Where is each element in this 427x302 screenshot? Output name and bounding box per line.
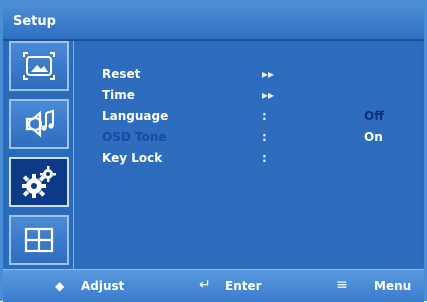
picture-icon: [22, 51, 56, 81]
enter-return-icon: ↵: [199, 277, 211, 293]
tab-picture[interactable]: [9, 41, 69, 91]
adjust-diamond-icon: ◆: [55, 279, 65, 293]
menu-item-label: Language: [102, 109, 169, 123]
menu-item-label: Key Lock: [102, 151, 163, 165]
osd-window: Setup Reset ▸▸ Time ▸▸ Language: Off OS…: [0, 0, 427, 302]
menu-item-key-lock[interactable]: Key Lock :: [74, 149, 421, 169]
audio-icon: [21, 107, 57, 141]
layout-grid-icon: [23, 226, 55, 254]
submenu-arrow-icon: ▸▸: [262, 67, 275, 81]
menu-item-osd-tone[interactable]: OSD Tone : On: [74, 128, 421, 148]
tab-layout[interactable]: [9, 215, 69, 265]
menu-hint: Menu: [374, 279, 412, 293]
page-title: Setup: [13, 14, 56, 29]
submenu-arrow-icon: ▸▸: [262, 88, 275, 102]
tab-audio[interactable]: [9, 99, 69, 149]
footer-hint-bar: ◆ Adjust ↵ Enter ≡ Menu: [3, 269, 424, 302]
settings-gears-icon: [20, 165, 58, 199]
menu-item-separator: :: [262, 151, 267, 165]
sidebar: [7, 41, 73, 269]
menu-item-reset[interactable]: Reset ▸▸: [74, 65, 421, 85]
menu-item-value: On: [364, 130, 383, 144]
tab-settings[interactable]: [9, 157, 69, 207]
menu-item-separator: :: [262, 130, 267, 144]
menu-item-language[interactable]: Language : Off: [74, 107, 421, 127]
settings-panel: Reset ▸▸ Time ▸▸ Language : Off OSD Tone…: [73, 41, 421, 269]
enter-hint: Enter: [225, 279, 262, 293]
menu-item-time[interactable]: Time ▸▸: [74, 86, 421, 106]
menu-item-value: Off: [364, 109, 384, 123]
menu-item-separator: :: [262, 109, 267, 123]
menu-list-icon: ≡: [336, 277, 348, 293]
menu-item-label: OSD Tone: [102, 130, 167, 144]
title-bar: Setup: [3, 3, 424, 41]
menu-item-label: Time: [102, 88, 135, 102]
adjust-hint: Adjust: [81, 279, 125, 293]
menu-item-label: Reset: [102, 67, 141, 81]
